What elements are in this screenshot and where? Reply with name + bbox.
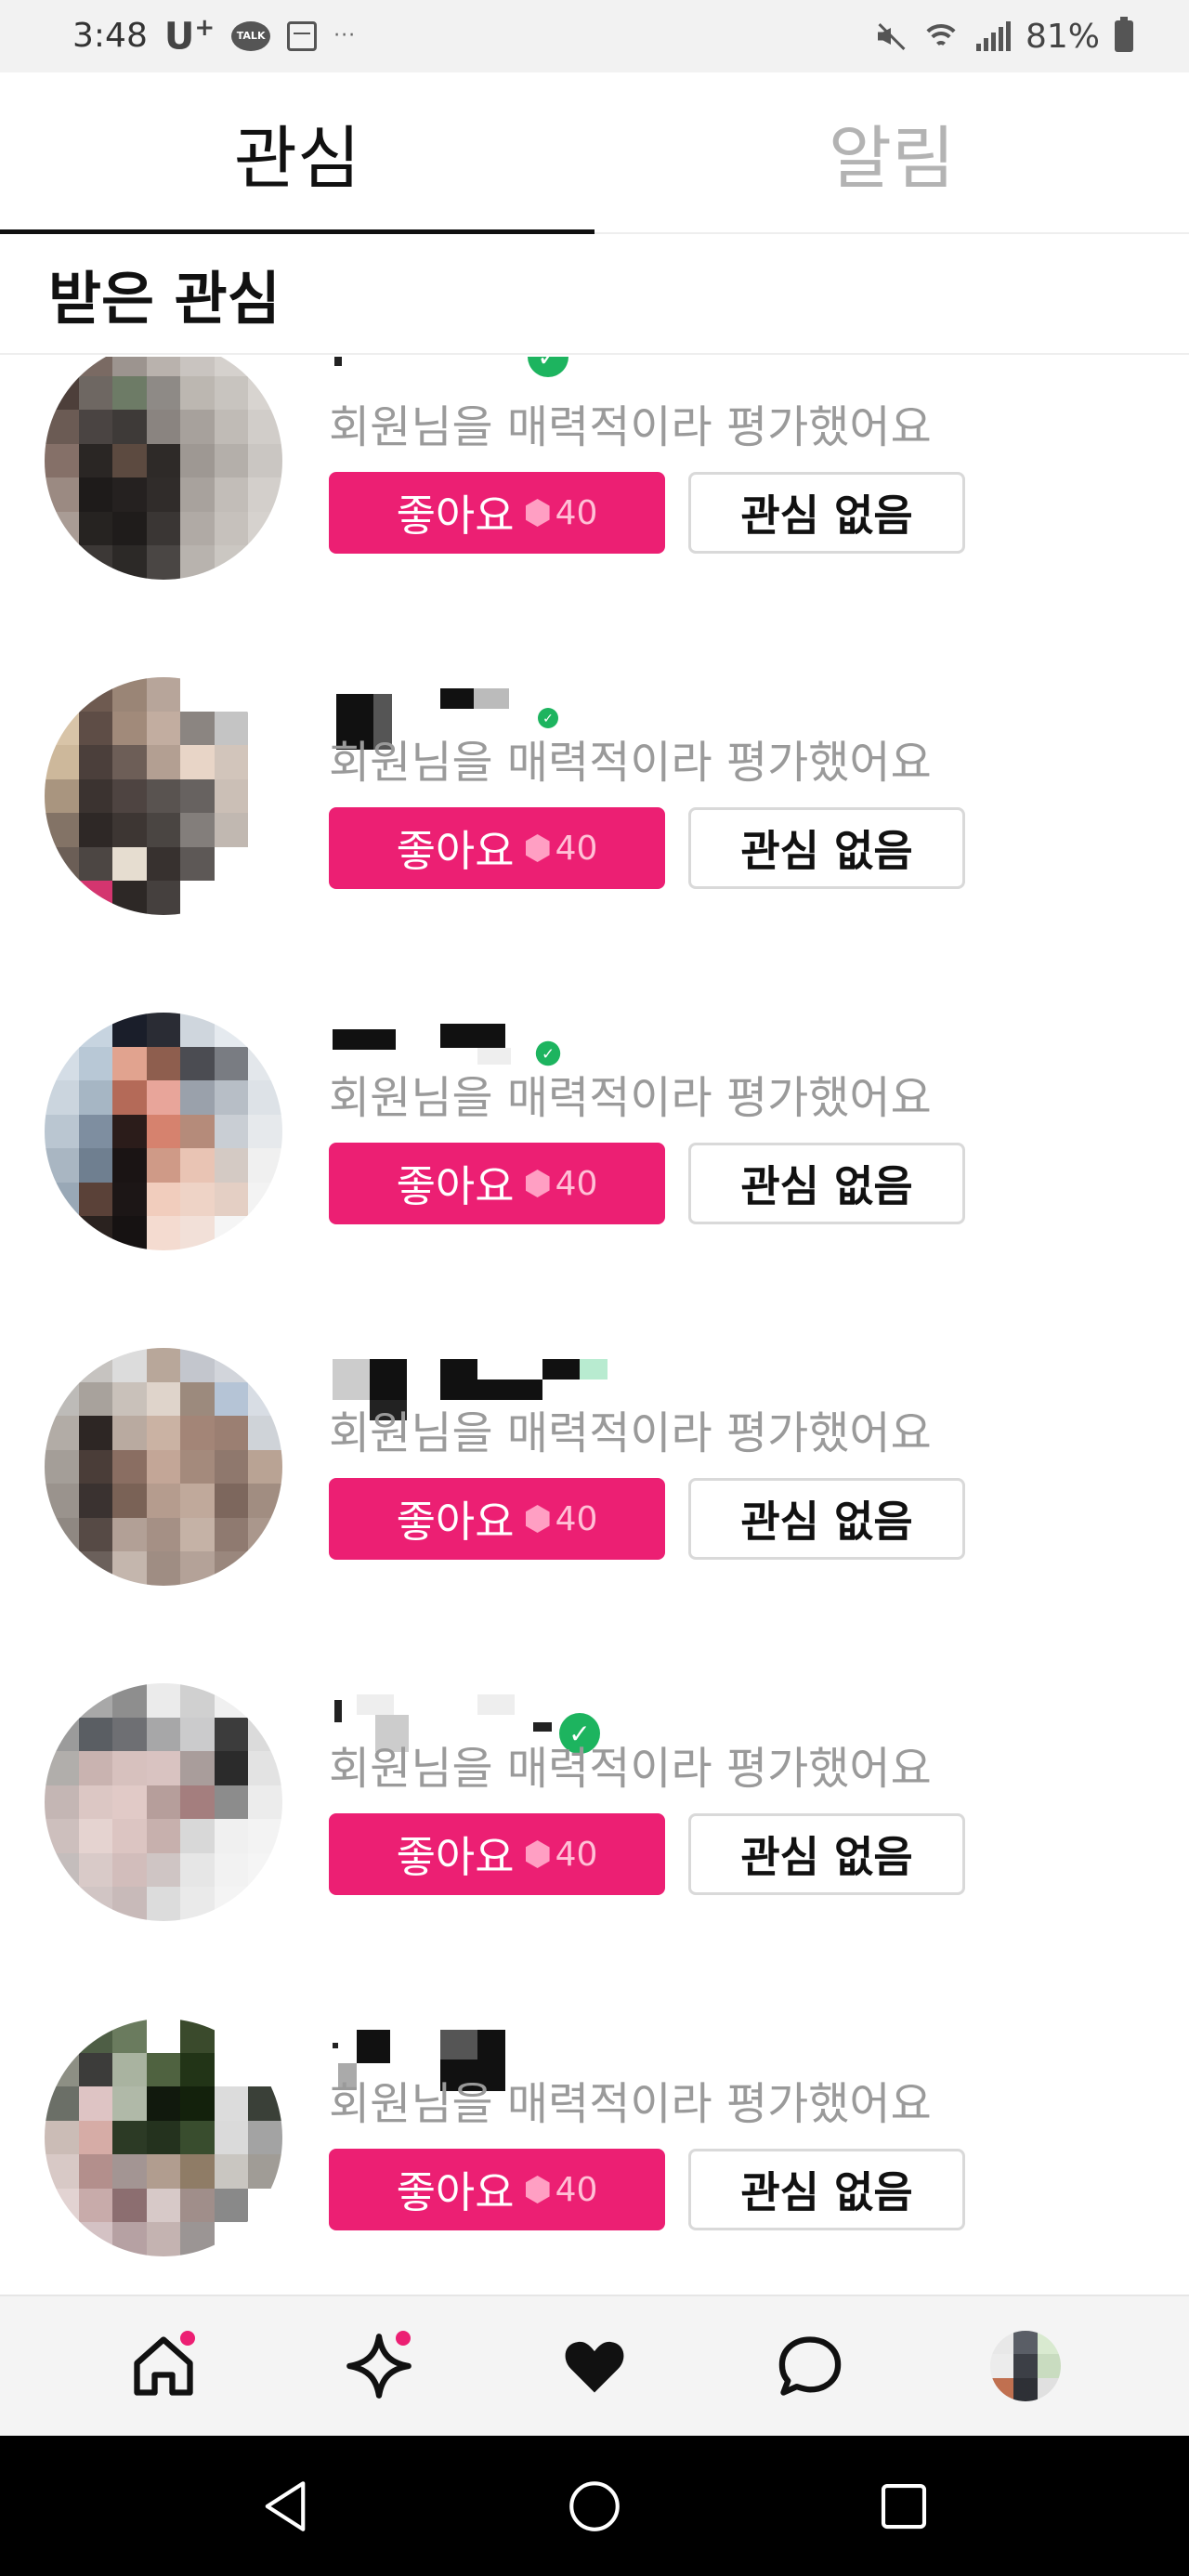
like-cost: 40 [525, 1835, 598, 1874]
avatar[interactable] [45, 1013, 282, 1250]
back-triangle-icon [265, 2480, 305, 2531]
tab-notifications[interactable]: 알림 [594, 72, 1189, 232]
gem-icon [525, 834, 550, 862]
cost-value: 40 [555, 1499, 598, 1538]
list-item[interactable]: ✓ 회원님을 매력적이라 평가했어요 좋아요 40 관심 없음 [0, 983, 1189, 1318]
like-button[interactable]: 좋아요 40 [329, 1478, 665, 1560]
gem-icon [525, 2176, 550, 2203]
like-cost: 40 [525, 1499, 598, 1538]
not-interested-button[interactable]: 관심 없음 [688, 1143, 965, 1224]
nav-interest[interactable] [539, 2310, 650, 2422]
list-item[interactable]: 회원님을 매력적이라 평가했어요 좋아요 40 관심 없음 [0, 1318, 1189, 1654]
like-cost: 40 [525, 493, 598, 532]
list-item[interactable]: ✓ 회원님을 매력적이라 평가했어요 좋아요 40 관심 없음 [0, 647, 1189, 983]
list-item[interactable]: ✓ 회원님을 매력적이라 평가했어요 좋아요 40 관심 없음 [0, 1654, 1189, 1989]
item-description: 회원님을 매력적이라 평가했어요 [329, 1407, 932, 1459]
like-cost: 40 [525, 829, 598, 868]
avatar[interactable] [45, 1348, 282, 1586]
not-interested-button[interactable]: 관심 없음 [688, 1813, 965, 1895]
nav-discover[interactable] [323, 2310, 435, 2422]
nav-chat[interactable] [754, 2310, 866, 2422]
avatar[interactable] [45, 2019, 282, 2256]
gem-icon [525, 1170, 550, 1197]
item-description: 회원님을 매력적이라 평가했어요 [329, 737, 932, 789]
carrier-name: U [163, 15, 195, 59]
status-time: 3:48 [72, 17, 148, 56]
more-notifications-icon: ··· [333, 24, 357, 48]
avatar[interactable] [45, 1683, 282, 1921]
bottom-nav [0, 2295, 1189, 2436]
battery-percent: 81% [1025, 17, 1100, 56]
status-right: 81% [874, 17, 1133, 56]
list-item[interactable]: 회원님을 매력적이라 평가했어요 좋아요 40 관심 없음 [0, 1989, 1189, 2295]
home-system-button[interactable] [543, 2455, 646, 2557]
chat-icon [778, 2336, 842, 2396]
not-interested-button[interactable]: 관심 없음 [688, 2149, 965, 2230]
avatar[interactable] [45, 357, 282, 580]
cost-value: 40 [555, 2170, 598, 2209]
page: 3:48 U+ TALK ··· 81% 관심 알림 받은 관심 ✓ 회원님을 … [0, 0, 1189, 2576]
calendar-icon [287, 20, 318, 51]
like-label: 좋아요 [396, 1497, 515, 1547]
wifi-icon [920, 20, 961, 52]
status-left: 3:48 U+ TALK ··· [72, 14, 356, 58]
cost-value: 40 [555, 493, 598, 532]
kakaotalk-icon: TALK [231, 20, 271, 51]
like-button[interactable]: 좋아요 40 [329, 2149, 665, 2230]
cost-value: 40 [555, 1835, 598, 1874]
system-nav-bar [0, 2436, 1189, 2576]
home-circle-icon [569, 2480, 620, 2531]
mute-icon [874, 20, 906, 52]
gem-icon [525, 499, 550, 527]
cost-value: 40 [555, 829, 598, 868]
like-label: 좋아요 [396, 826, 515, 876]
carrier-label: U+ [164, 14, 215, 58]
not-interested-button[interactable]: 관심 없음 [688, 807, 965, 889]
gem-icon [525, 1840, 550, 1868]
nav-profile[interactable] [970, 2310, 1081, 2422]
item-description: 회원님을 매력적이라 평가했어요 [329, 401, 932, 453]
like-label: 좋아요 [396, 1832, 515, 1882]
gem-icon [525, 1505, 550, 1533]
verified-badge-icon: ✓ [528, 357, 568, 377]
tab-bar: 관심 알림 [0, 72, 1189, 234]
battery-icon [1115, 17, 1133, 52]
recents-button[interactable] [853, 2455, 955, 2557]
item-description: 회원님을 매력적이라 평가했어요 [329, 1743, 932, 1795]
tab-interest[interactable]: 관심 [0, 72, 594, 234]
like-button[interactable]: 좋아요 40 [329, 807, 665, 889]
item-description: 회원님을 매력적이라 평가했어요 [329, 1072, 932, 1124]
status-bar: 3:48 U+ TALK ··· 81% [0, 0, 1189, 72]
like-label: 좋아요 [396, 1161, 515, 1211]
not-interested-button[interactable]: 관심 없음 [688, 1478, 965, 1560]
item-description: 회원님을 매력적이라 평가했어요 [329, 2078, 932, 2130]
not-interested-button[interactable]: 관심 없음 [688, 472, 965, 554]
notification-dot [180, 2331, 195, 2346]
carrier-plus: + [194, 14, 216, 43]
cost-value: 40 [555, 1164, 598, 1203]
profile-avatar [990, 2331, 1061, 2401]
like-button[interactable]: 좋아요 40 [329, 1143, 665, 1224]
notification-dot [396, 2331, 411, 2346]
back-button[interactable] [234, 2455, 336, 2557]
like-cost: 40 [525, 2170, 598, 2209]
blurred-username: ✓ [329, 357, 663, 392]
signal-icon [975, 21, 1011, 51]
avatar[interactable] [45, 677, 282, 915]
like-button[interactable]: 좋아요 40 [329, 1813, 665, 1895]
like-label: 좋아요 [396, 490, 515, 541]
like-button[interactable]: 좋아요 40 [329, 472, 665, 554]
nav-home[interactable] [108, 2310, 219, 2422]
recents-square-icon [882, 2483, 927, 2529]
like-label: 좋아요 [396, 2167, 515, 2217]
heart-icon [565, 2341, 624, 2393]
received-interest-list: ✓ 회원님을 매력적이라 평가했어요 좋아요 40 관심 없음 ✓ 회원님을 매… [0, 357, 1189, 2295]
list-item[interactable]: ✓ 회원님을 매력적이라 평가했어요 좋아요 40 관심 없음 [0, 357, 1189, 647]
section-title: 받은 관심 [0, 234, 1189, 355]
like-cost: 40 [525, 1164, 598, 1203]
